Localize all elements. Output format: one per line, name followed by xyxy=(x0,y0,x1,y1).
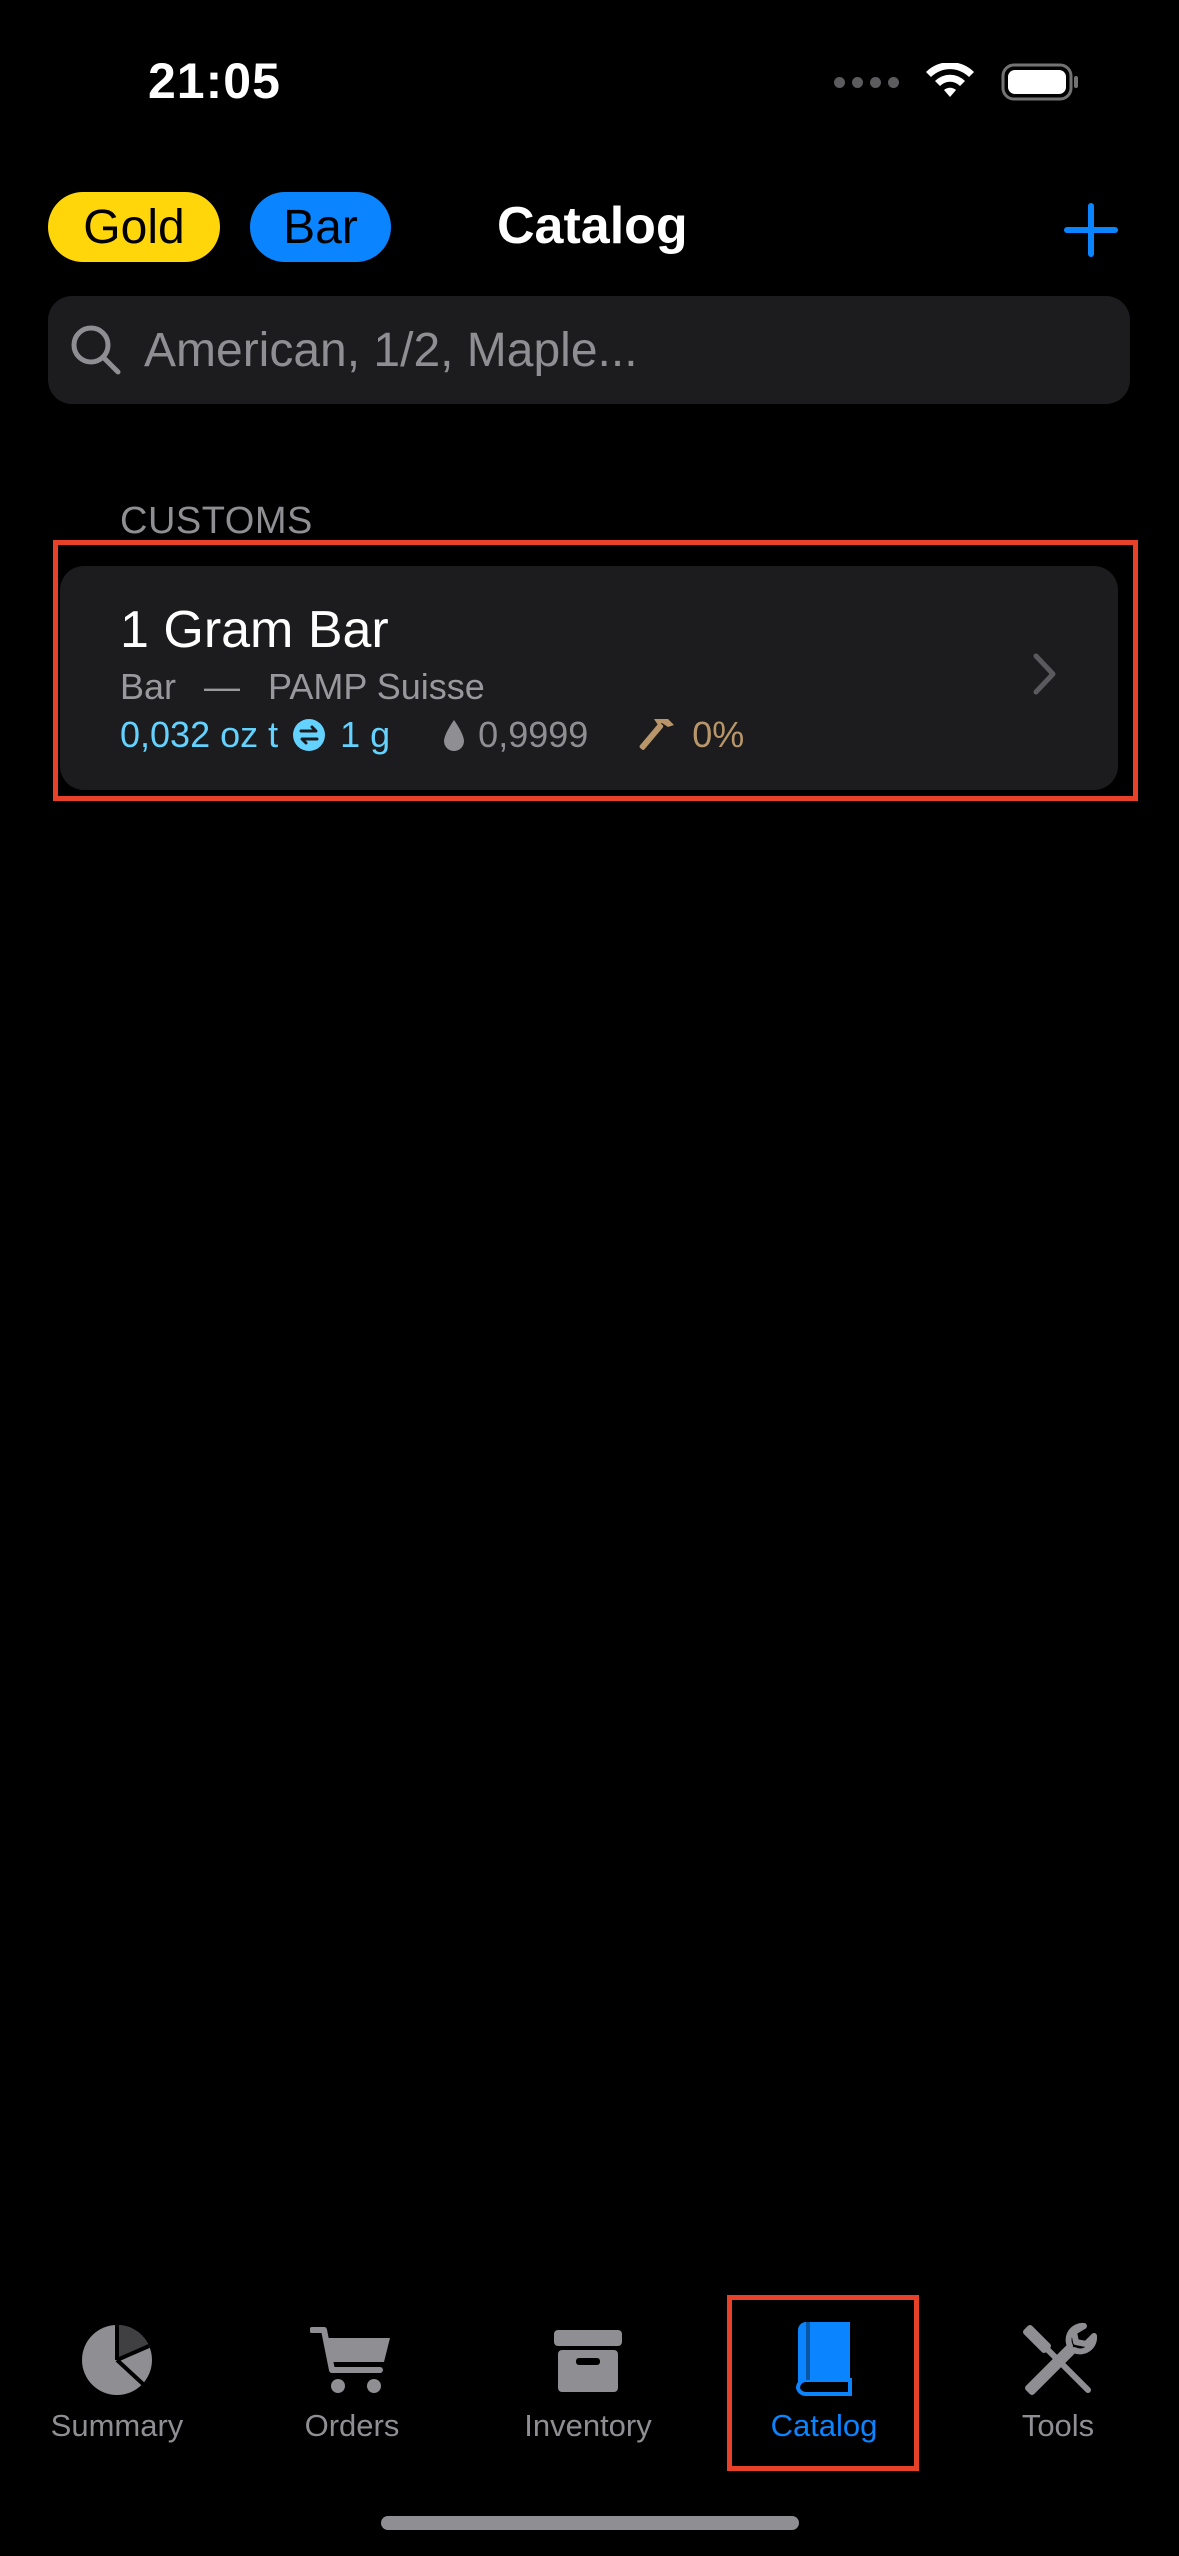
tab-orders[interactable]: Orders xyxy=(252,2318,452,2458)
metal-filter-chip[interactable]: Gold xyxy=(48,192,220,262)
status-time: 21:05 xyxy=(148,53,281,109)
battery-icon xyxy=(1001,63,1078,101)
wifi-icon xyxy=(926,63,974,97)
item-purity: 0,9999 xyxy=(478,714,589,755)
item-mint: PAMP Suisse xyxy=(268,666,485,707)
item-type: Bar xyxy=(120,666,177,707)
add-button[interactable] xyxy=(1051,190,1131,270)
item-subtitle: Bar — PAMP Suisse xyxy=(120,666,485,708)
search-input[interactable] xyxy=(142,295,1130,405)
search-bar[interactable] xyxy=(48,295,1130,405)
tab-label-inventory: Inventory xyxy=(524,2408,652,2443)
tab-inventory[interactable]: Inventory xyxy=(488,2318,688,2458)
type-filter-chip[interactable]: Bar xyxy=(250,192,391,262)
hammer-icon xyxy=(639,719,675,750)
item-details: 0,032 oz t 1 g 0,9999 0% xyxy=(120,714,744,756)
status-icons xyxy=(834,62,1081,102)
item-separator: — xyxy=(204,666,241,707)
tab-label-tools: Tools xyxy=(1021,2408,1095,2443)
search-icon xyxy=(71,325,121,375)
item-weight-oz: 0,032 oz t xyxy=(120,714,279,755)
section-header-customs: CUSTOMS xyxy=(120,500,313,542)
archive-box-icon xyxy=(554,2330,622,2392)
tab-catalog[interactable]: Catalog xyxy=(724,2318,924,2458)
item-weight-g: 1 g xyxy=(340,714,391,755)
tab-label-summary: Summary xyxy=(50,2408,184,2443)
pie-chart-icon xyxy=(82,2325,152,2395)
tab-label-orders: Orders xyxy=(304,2408,400,2443)
tools-icon xyxy=(1023,2322,1098,2395)
tab-label-catalog: Catalog xyxy=(770,2408,878,2443)
chevron-right-icon xyxy=(1033,653,1056,695)
cellular-signal-icon xyxy=(834,76,899,88)
page-title: Catalog xyxy=(497,197,688,255)
tab-summary[interactable]: Summary xyxy=(17,2318,217,2458)
purity-drop-icon xyxy=(444,720,465,751)
convert-icon xyxy=(293,719,326,751)
item-name: 1 Gram Bar xyxy=(120,601,389,659)
tab-tools[interactable]: Tools xyxy=(958,2318,1158,2458)
book-icon xyxy=(795,2322,852,2396)
home-indicator xyxy=(381,2516,799,2530)
item-premium: 0% xyxy=(692,714,745,755)
plus-icon xyxy=(1064,203,1118,257)
cart-icon xyxy=(310,2327,390,2393)
